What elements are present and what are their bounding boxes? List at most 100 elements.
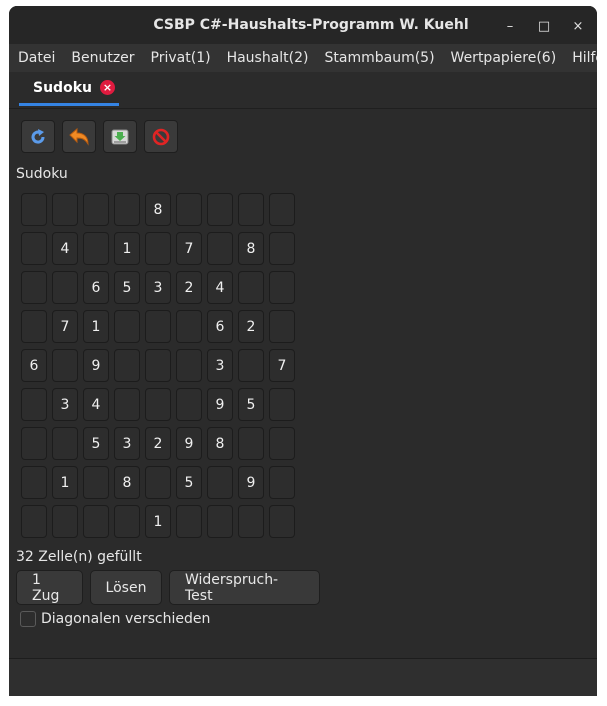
sudoku-cell[interactable] — [145, 466, 171, 499]
sudoku-cell[interactable]: 3 — [114, 427, 140, 460]
diagonal-option[interactable]: Diagonalen verschieden — [20, 611, 210, 627]
sudoku-cell[interactable] — [176, 349, 202, 382]
cancel-button[interactable] — [144, 120, 178, 153]
sudoku-cell[interactable] — [21, 388, 47, 421]
sudoku-cell[interactable] — [238, 271, 264, 304]
sudoku-cell[interactable]: 3 — [52, 388, 78, 421]
sudoku-cell[interactable]: 2 — [238, 310, 264, 343]
sudoku-cell[interactable] — [145, 232, 171, 265]
contradiction-test-button[interactable]: Widerspruch-Test — [169, 570, 320, 605]
menu-privat[interactable]: Privat(1) — [143, 44, 219, 72]
refresh-button[interactable] — [21, 120, 55, 153]
sudoku-cell[interactable]: 7 — [52, 310, 78, 343]
sudoku-cell[interactable] — [176, 505, 202, 538]
solve-button[interactable]: Lösen — [90, 570, 162, 605]
sudoku-cell[interactable]: 4 — [207, 271, 233, 304]
undo-button[interactable] — [62, 120, 96, 153]
minimize-button[interactable]: – — [499, 15, 521, 37]
sudoku-cell[interactable]: 5 — [176, 466, 202, 499]
sudoku-cell[interactable] — [176, 193, 202, 226]
menu-datei[interactable]: Datei — [9, 44, 63, 72]
sudoku-cell[interactable]: 2 — [176, 271, 202, 304]
sudoku-cell[interactable]: 9 — [83, 349, 109, 382]
menu-hilfe[interactable]: Hilfe — [564, 44, 597, 72]
sudoku-cell[interactable]: 1 — [52, 466, 78, 499]
sudoku-cell[interactable] — [238, 349, 264, 382]
sudoku-cell[interactable]: 9 — [238, 466, 264, 499]
sudoku-cell[interactable] — [238, 193, 264, 226]
tab-close-icon[interactable]: × — [99, 80, 115, 95]
save-button[interactable] — [103, 120, 137, 153]
sudoku-cell[interactable]: 1 — [114, 232, 140, 265]
diagonal-checkbox[interactable] — [20, 611, 36, 627]
sudoku-cell[interactable] — [145, 349, 171, 382]
sudoku-cell[interactable]: 5 — [238, 388, 264, 421]
sudoku-cell[interactable] — [269, 271, 295, 304]
sudoku-cell[interactable] — [269, 193, 295, 226]
sudoku-cell[interactable]: 3 — [145, 271, 171, 304]
sudoku-cell[interactable]: 1 — [145, 505, 171, 538]
close-window-button[interactable]: × — [567, 15, 589, 37]
sudoku-cell[interactable]: 5 — [114, 271, 140, 304]
menu-wertpapiere[interactable]: Wertpapiere(6) — [443, 44, 565, 72]
sudoku-cell[interactable]: 2 — [145, 427, 171, 460]
sudoku-cell[interactable] — [114, 349, 140, 382]
sudoku-cell[interactable] — [83, 505, 109, 538]
sudoku-cell[interactable] — [21, 193, 47, 226]
sudoku-cell[interactable] — [21, 427, 47, 460]
one-move-button[interactable]: 1 Zug — [16, 570, 83, 605]
sudoku-cell[interactable] — [207, 193, 233, 226]
sudoku-cell[interactable]: 1 — [83, 310, 109, 343]
sudoku-cell[interactable] — [269, 505, 295, 538]
sudoku-cell[interactable]: 6 — [21, 349, 47, 382]
sudoku-cell[interactable]: 8 — [114, 466, 140, 499]
sudoku-cell[interactable]: 7 — [176, 232, 202, 265]
menu-benutzer[interactable]: Benutzer — [63, 44, 142, 72]
sudoku-cell[interactable]: 4 — [52, 232, 78, 265]
sudoku-cell[interactable]: 6 — [207, 310, 233, 343]
sudoku-cell[interactable] — [269, 310, 295, 343]
sudoku-cell[interactable] — [269, 232, 295, 265]
sudoku-cell[interactable]: 8 — [238, 232, 264, 265]
sudoku-cell[interactable] — [83, 232, 109, 265]
tab-sudoku[interactable]: Sudoku × — [19, 72, 119, 106]
sudoku-cell[interactable] — [83, 193, 109, 226]
sudoku-cell[interactable] — [52, 271, 78, 304]
sudoku-cell[interactable] — [21, 310, 47, 343]
sudoku-cell[interactable] — [114, 505, 140, 538]
sudoku-cell[interactable] — [176, 388, 202, 421]
sudoku-cell[interactable] — [176, 310, 202, 343]
sudoku-cell[interactable] — [114, 388, 140, 421]
sudoku-cell[interactable] — [114, 310, 140, 343]
sudoku-cell[interactable]: 9 — [176, 427, 202, 460]
sudoku-cell[interactable] — [238, 427, 264, 460]
sudoku-cell[interactable] — [269, 388, 295, 421]
sudoku-cell[interactable] — [238, 505, 264, 538]
sudoku-cell[interactable]: 7 — [269, 349, 295, 382]
sudoku-cell[interactable]: 4 — [83, 388, 109, 421]
sudoku-cell[interactable] — [52, 349, 78, 382]
menu-stammbaum[interactable]: Stammbaum(5) — [317, 44, 443, 72]
sudoku-cell[interactable] — [145, 388, 171, 421]
sudoku-cell[interactable] — [52, 505, 78, 538]
sudoku-cell[interactable]: 8 — [207, 427, 233, 460]
sudoku-cell[interactable] — [145, 310, 171, 343]
maximize-button[interactable]: □ — [533, 15, 555, 37]
sudoku-cell[interactable] — [52, 427, 78, 460]
menu-haushalt[interactable]: Haushalt(2) — [219, 44, 317, 72]
sudoku-cell[interactable]: 8 — [145, 193, 171, 226]
sudoku-cell[interactable] — [269, 466, 295, 499]
sudoku-cell[interactable] — [52, 193, 78, 226]
sudoku-cell[interactable]: 6 — [83, 271, 109, 304]
sudoku-cell[interactable]: 3 — [207, 349, 233, 382]
sudoku-cell[interactable] — [269, 427, 295, 460]
sudoku-cell[interactable] — [207, 232, 233, 265]
sudoku-cell[interactable] — [21, 505, 47, 538]
sudoku-cell[interactable] — [21, 271, 47, 304]
sudoku-cell[interactable] — [83, 466, 109, 499]
sudoku-cell[interactable] — [21, 466, 47, 499]
sudoku-cell[interactable]: 5 — [83, 427, 109, 460]
sudoku-cell[interactable] — [114, 193, 140, 226]
sudoku-cell[interactable] — [207, 466, 233, 499]
sudoku-cell[interactable] — [21, 232, 47, 265]
